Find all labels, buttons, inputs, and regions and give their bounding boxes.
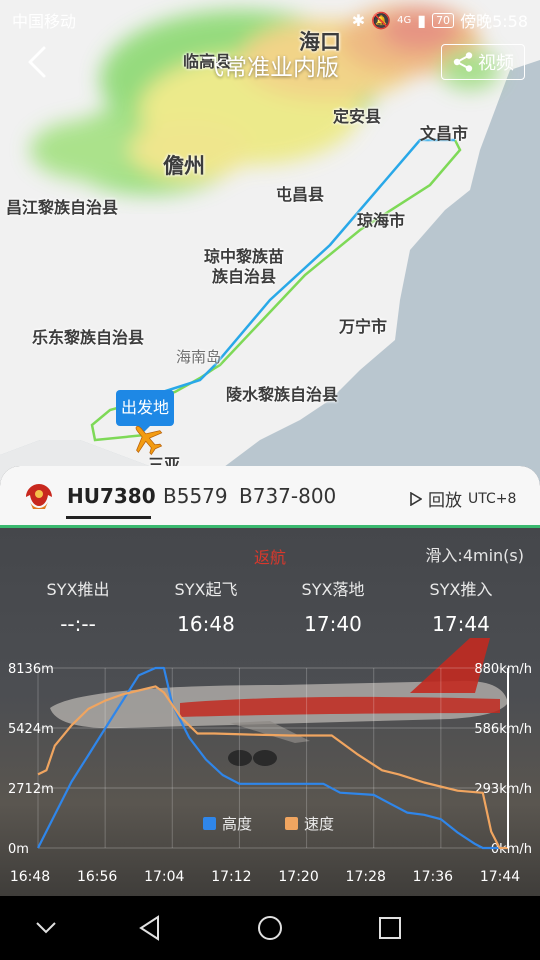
hainan-airlines-logo-icon [26, 484, 52, 509]
nav-recents-button[interactable] [370, 908, 410, 948]
x-tick-label: 17:04 [144, 869, 184, 885]
altitude-speed-chart[interactable]: 8136m5424m2712m0m880km/h586km/h293km/h0k… [0, 658, 540, 896]
x-tick-label: 17:44 [480, 869, 520, 885]
share-icon [453, 52, 473, 72]
mute-icon: 🔕 [371, 10, 392, 30]
x-tick-label: 17:12 [211, 869, 251, 885]
video-button[interactable]: 视频 [441, 44, 525, 80]
chevron-down-icon [36, 922, 56, 934]
speed-swatch [285, 817, 298, 830]
map-label-lingshui: 陵水黎族自治县 [226, 385, 339, 404]
altitude-swatch [203, 817, 216, 830]
tab-underline [66, 516, 151, 519]
bluetooth-icon: ✱ [351, 10, 366, 30]
altitude-series-line[interactable] [37, 666, 508, 850]
takeoff-label: SYX起飞 [174, 580, 238, 599]
pushback-label: SYX推出 [46, 580, 110, 599]
triangle-back-icon [139, 915, 159, 941]
y-right-tick-label: 880km/h [474, 662, 532, 677]
carrier-label: 中国移动 [12, 12, 77, 31]
flight-header: HU7380 B5579 B737-800 回放 UTC+8 [0, 466, 540, 528]
play-icon [410, 491, 422, 506]
x-tick-label: 17:20 [278, 869, 318, 885]
map-label-tunchang: 屯昌县 [276, 185, 325, 204]
x-tick-label: 17:36 [413, 869, 453, 885]
airplane-icon[interactable] [128, 420, 166, 458]
map-label-changjiang: 昌江黎族自治县 [6, 198, 119, 217]
x-tick-label: 16:56 [77, 869, 117, 885]
home-circle-icon [258, 916, 282, 940]
legend-speed-label: 速度 [304, 815, 335, 833]
y-left-tick-label: 0m [8, 842, 29, 857]
map-label-dingan: 定安县 [333, 107, 382, 126]
y-left-tick-label: 2712m [8, 782, 54, 797]
flight-map[interactable]: 中国移动 ✱ 🔕 4G ▮ 70 傍晚5:58 海口 临高县 定安县 文昌市 儋… [0, 0, 540, 520]
square-recents-icon [379, 917, 401, 939]
map-label-wanning: 万宁市 [339, 317, 388, 336]
y-left-tick-label: 8136m [8, 662, 54, 677]
map-label-qionghai: 琼海市 [357, 211, 406, 230]
map-label-danzhou: 儋州 [163, 154, 205, 178]
tab-flight-number[interactable]: HU7380 [67, 484, 156, 508]
battery-icon: 70 [432, 12, 455, 28]
nav-back-button[interactable] [130, 908, 170, 948]
y-left-tick-label: 5424m [8, 722, 54, 737]
legend-speed[interactable]: 速度 [285, 813, 334, 834]
legend-altitude[interactable]: 高度 [203, 813, 252, 834]
taxi-in-time: 滑入:4min(s) [425, 546, 524, 565]
signal-icon: ▮ [417, 10, 427, 30]
system-nav-bar [0, 896, 540, 960]
tab-registration[interactable]: B5579 [163, 484, 228, 508]
y-right-tick-label: 586km/h [474, 722, 532, 737]
nav-home-button[interactable] [250, 908, 290, 948]
timezone-label: UTC+8 [468, 490, 517, 507]
video-label: 视频 [478, 53, 514, 74]
replay-label: 回放 [428, 491, 462, 511]
network-label: 4G [397, 14, 412, 26]
collapse-nav-button[interactable] [26, 908, 66, 948]
pushin-label: SYX推入 [429, 580, 493, 599]
map-label-hainan-island: 海南岛 [176, 348, 222, 366]
flight-info-panel: HU7380 B5579 B737-800 回放 UTC+8 返航 滑入:4mi… [0, 466, 540, 896]
tab-aircraft-type[interactable]: B737-800 [239, 484, 336, 508]
clock: 傍晚5:58 [460, 12, 528, 31]
speed-series-line[interactable] [37, 685, 508, 850]
legend-altitude-label: 高度 [222, 815, 253, 833]
map-label-qiongzhong: 琼中黎族苗族自治县 [203, 247, 284, 286]
x-tick-label: 16:48 [10, 869, 50, 885]
x-tick-label: 17:28 [346, 869, 386, 885]
status-bar: 中国移动 ✱ 🔕 4G ▮ 70 傍晚5:58 [0, 0, 540, 36]
map-label-wenchang: 文昌市 [420, 124, 469, 143]
replay-button[interactable]: 回放 UTC+8 [410, 486, 516, 511]
map-label-ledong: 乐东黎族自治县 [32, 328, 145, 347]
status-icons: ✱ 🔕 4G ▮ 70 傍晚5:58 [352, 8, 528, 32]
landing-label: SYX落地 [301, 580, 365, 599]
flight-details: 返航 滑入:4min(s) SYX推出 SYX起飞 SYX落地 SYX推入 --… [0, 528, 540, 896]
